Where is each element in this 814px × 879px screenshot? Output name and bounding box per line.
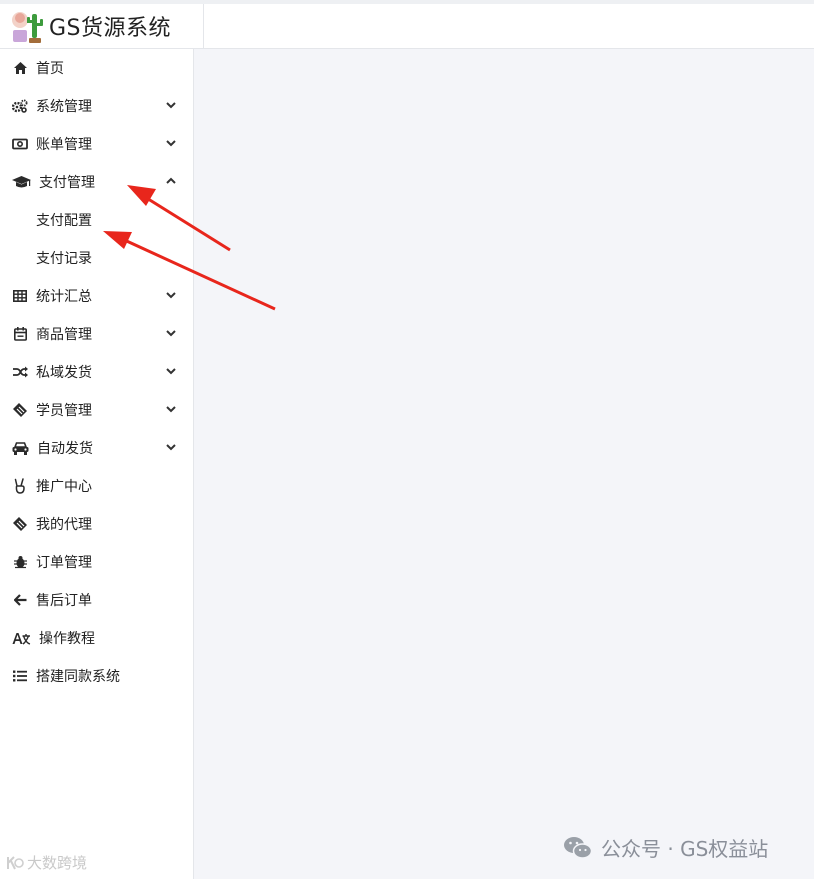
sidebar-item-label: 售后订单 bbox=[36, 593, 92, 609]
bug-icon bbox=[12, 554, 28, 570]
watermark-left-text: 大数跨境 bbox=[27, 854, 88, 872]
sidebar-item-promotion[interactable]: 推广中心 bbox=[0, 467, 193, 505]
graduation-cap-icon bbox=[12, 174, 31, 190]
sidebar-item-my-agents[interactable]: 我的代理 bbox=[0, 505, 193, 543]
logo-area[interactable]: GS货源系统 bbox=[0, 4, 204, 48]
list-icon bbox=[12, 668, 28, 684]
sidebar-item-tutorial[interactable]: 操作教程 bbox=[0, 619, 193, 657]
chevron-down-icon bbox=[166, 330, 176, 337]
sidebar-item-label: 支付管理 bbox=[39, 175, 95, 191]
sidebar-item-students[interactable]: 学员管理 bbox=[0, 391, 193, 429]
sidebar-item-label: 私域发货 bbox=[36, 365, 92, 381]
ticket-icon bbox=[12, 402, 28, 418]
sidebar-item-label: 账单管理 bbox=[36, 137, 92, 153]
sidebar-item-payment[interactable]: 支付管理 bbox=[0, 163, 193, 201]
home-icon bbox=[12, 60, 28, 76]
sidebar-item-private-delivery[interactable]: 私域发货 bbox=[0, 353, 193, 391]
sidebar-item-build-system[interactable]: 搭建同款系统 bbox=[0, 657, 193, 695]
ticket-icon bbox=[12, 516, 28, 532]
sidebar-item-auto-delivery[interactable]: 自动发货 bbox=[0, 429, 193, 467]
watermark-left: 大数跨境 bbox=[6, 852, 87, 873]
chevron-down-icon bbox=[166, 292, 176, 299]
chevron-down-icon bbox=[166, 368, 176, 375]
chevron-down-icon bbox=[166, 444, 176, 451]
sidebar-subitem-payment-config[interactable]: 支付配置 bbox=[0, 201, 193, 239]
peace-hand-icon bbox=[12, 478, 28, 494]
chevron-down-icon bbox=[166, 140, 176, 147]
app-logo bbox=[10, 8, 46, 44]
sidebar-item-orders[interactable]: 订单管理 bbox=[0, 543, 193, 581]
sidebar-item-after-sales[interactable]: 售后订单 bbox=[0, 581, 193, 619]
money-bill-icon bbox=[12, 136, 28, 152]
sidebar-item-label: 学员管理 bbox=[36, 403, 92, 419]
sidebar-item-label: 系统管理 bbox=[36, 99, 92, 115]
watermark-right: 公众号 · GS权益站 bbox=[563, 833, 768, 862]
chevron-up-icon bbox=[166, 177, 176, 184]
sidebar-item-label: 订单管理 bbox=[36, 555, 92, 571]
sidebar-item-billing[interactable]: 账单管理 bbox=[0, 125, 193, 163]
sidebar-subitem-label: 支付配置 bbox=[36, 213, 92, 229]
sidebar-item-label: 首页 bbox=[36, 61, 64, 77]
watermark-right-text: 公众号 · GS权益站 bbox=[601, 837, 769, 861]
chevron-down-icon bbox=[166, 406, 176, 413]
sidebar-item-label: 操作教程 bbox=[39, 631, 95, 647]
main-content bbox=[194, 49, 814, 879]
top-header: GS货源系统 bbox=[0, 4, 814, 49]
car-icon bbox=[12, 440, 29, 456]
arrow-left-icon bbox=[12, 592, 28, 608]
gears-icon bbox=[12, 98, 28, 114]
chevron-down-icon bbox=[166, 102, 176, 109]
sidebar-item-products[interactable]: 商品管理 bbox=[0, 315, 193, 353]
sidebar-item-system[interactable]: 系统管理 bbox=[0, 87, 193, 125]
sidebar-item-home[interactable]: 首页 bbox=[0, 49, 193, 87]
translate-icon bbox=[12, 630, 31, 646]
sidebar-item-label: 搭建同款系统 bbox=[36, 669, 120, 685]
sidebar-item-statistics[interactable]: 统计汇总 bbox=[0, 277, 193, 315]
sidebar-item-label: 统计汇总 bbox=[36, 289, 92, 305]
app-title: GS货源系统 bbox=[49, 16, 172, 41]
wechat-icon bbox=[564, 836, 593, 859]
table-icon bbox=[12, 288, 28, 304]
sidebar-item-label: 我的代理 bbox=[36, 517, 92, 533]
shuffle-icon bbox=[12, 364, 28, 380]
sidebar-item-label: 推广中心 bbox=[36, 479, 92, 495]
sidebar-item-label: 商品管理 bbox=[36, 327, 92, 343]
sidebar-subitem-label: 支付记录 bbox=[36, 251, 92, 267]
sidebar-subitem-payment-records[interactable]: 支付记录 bbox=[0, 239, 193, 277]
sidebar-item-label: 自动发货 bbox=[37, 441, 93, 457]
calendar-icon bbox=[12, 326, 28, 342]
sidebar: 首页 系统管理 账单管理 支付管理 支付配置 支付记录 统计汇总 商品管理 私域… bbox=[0, 49, 194, 879]
watermark-logo-icon bbox=[7, 855, 24, 869]
